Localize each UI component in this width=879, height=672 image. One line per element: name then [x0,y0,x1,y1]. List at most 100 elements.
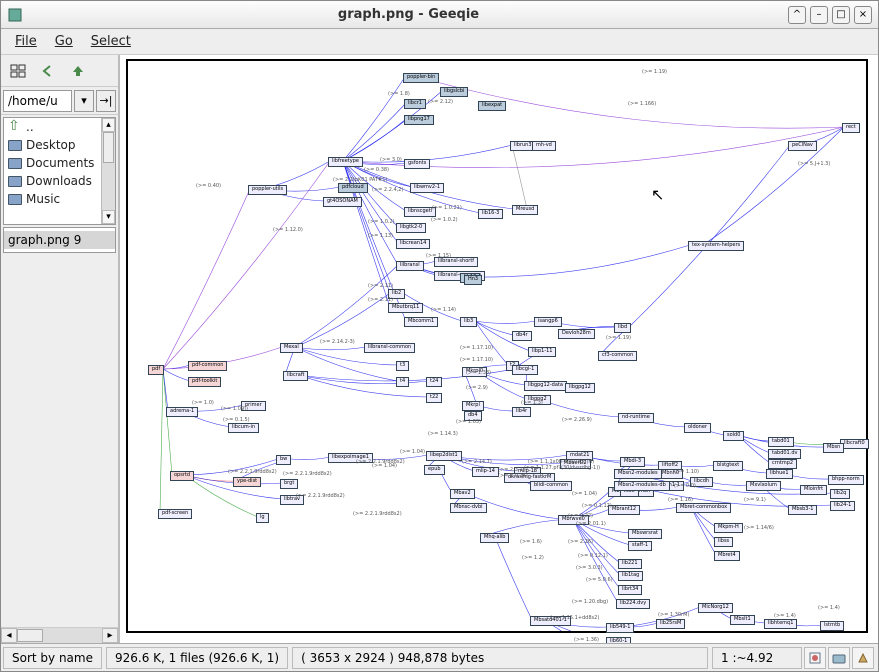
graph-node: Mbswrsrat [628,529,662,539]
graph-node: ype-dist [233,477,261,487]
file-name: graph.png [8,233,70,247]
hscroll-right[interactable]: ▸ [102,628,118,643]
graph-node: oldoner [684,423,711,433]
graph-node: libhtemq1 [764,619,797,629]
menu-select[interactable]: Select [83,31,139,52]
maximize-button[interactable]: □ [832,6,850,24]
graph-node: pdf [148,365,164,375]
edge-label: (>= 2.11) [368,283,393,289]
edge-label: (>= 2.2.1.9rdd8s2) [283,471,332,477]
hscroll-track[interactable] [17,628,102,643]
close-button[interactable]: × [854,6,872,24]
graph-node: Mbutbrq11 [388,303,423,313]
graph-node: pdf-common [188,361,227,371]
up-button[interactable] [65,58,91,84]
rollup-button[interactable]: ^ [788,6,806,24]
path-input[interactable] [3,90,72,112]
graph-node: cf3-common [598,351,637,361]
sidebar: ▾ →| ⇧.. Desktop Documents Downloads Mus… [1,55,119,643]
folder-item[interactable]: Desktop [4,136,115,154]
scroll-up-arrow[interactable]: ▴ [102,118,115,132]
scroll-down-arrow[interactable]: ▾ [102,210,115,224]
edge-label: (>= 2.11) [368,297,393,303]
status-tool-1[interactable] [804,647,826,669]
graph-node: libcum-in [228,423,259,433]
graph-node: libhue1 [766,469,793,479]
path-row: ▾ →| [1,87,118,115]
graph-node: Mbret-commonbox [676,503,731,513]
graph-node: mlip-14 [472,467,499,477]
back-button[interactable] [35,58,61,84]
graph-node: pdfcloud [338,183,368,193]
thumbs-toggle-button[interactable] [5,58,31,84]
mouse-cursor: ↖ [651,185,664,204]
status-tool-2[interactable] [828,647,850,669]
path-dropdown-button[interactable]: ▾ [74,90,94,112]
graph-node: Devloh28m [558,329,595,339]
edge-label: (>= 1.6) [520,539,542,545]
graph-node: staff-1 [628,541,652,551]
edge-label: (>= 1.3) [521,400,543,406]
graph-node: crntmp2 [768,459,797,469]
folder-up[interactable]: ⇧.. [4,118,115,136]
file-index: 9 [74,233,82,247]
folder-item[interactable]: Music [4,190,115,208]
graph-node: mh-vd [532,141,556,151]
graph-node: MicNorg12 [698,603,733,613]
graph-node: Mbav2 [450,489,475,499]
menu-go[interactable]: Go [47,31,81,52]
graph-node: Mbnsc-dvbi [450,503,487,513]
file-list[interactable]: graph.png 9 [3,227,116,253]
edge-label: (>= 1.36) [574,637,599,643]
status-tool-3[interactable] [852,647,874,669]
graph-node: lilbransl [396,261,424,271]
edge-label: (>= 1.19) [642,69,667,75]
status-sort[interactable]: Sort by name [3,647,102,669]
graph-node: bw [276,455,291,465]
edge-label: (>= 1.0.2) [368,219,395,225]
folder-icon [8,194,22,205]
window-title: graph.png - Geeqie [29,7,788,22]
graph-node: poppler-bin [403,73,439,83]
scroll-track[interactable] [102,132,115,210]
graph-node: libgpg12-data [524,381,567,391]
folder-list[interactable]: ⇧.. Desktop Documents Downloads Music ▴ … [3,117,116,225]
sidebar-hscroll[interactable]: ◂ ▸ [1,627,118,643]
hscroll-left[interactable]: ◂ [1,628,17,643]
graph-node: lib60-1 [606,637,631,643]
graph-node: lib3 [460,317,477,327]
graph-node: Mkrpl [462,401,484,411]
path-go-button[interactable]: →| [96,90,116,112]
folder-label: Desktop [26,138,76,152]
status-zoom[interactable]: 1 :~4.92 [712,647,802,669]
graph-node: gt4OSONAM [323,197,362,207]
image-viewport[interactable]: pdfpdf-commonpdf-toolkitpoppler-binlibgs… [119,55,878,643]
edge-label: (>= 2.2.4,2) [372,187,403,193]
edge-label: (>= 1.17.10) [460,357,493,363]
minimize-button[interactable]: – [810,6,828,24]
folder-label: Music [26,192,60,206]
scroll-thumb[interactable] [103,132,114,163]
graph-node: isangp6 [534,317,562,327]
graph-node: poppler-utils [248,185,287,195]
edge-label: (>= 1.38) [466,370,491,376]
edge-label: (>= 1.1.27.pf?(30/dvsrdbg-1)) [524,465,600,471]
edge-label: (>= 1.0) [192,400,214,406]
graph-node: Mkpm-H [714,523,743,533]
folder-scrollbar[interactable]: ▴ ▾ [101,118,115,224]
folder-item[interactable]: Documents [4,154,115,172]
graph-node: epub [424,465,445,475]
hscroll-thumb[interactable] [17,629,43,642]
file-row[interactable]: graph.png 9 [4,231,115,249]
menu-file[interactable]: File [7,31,45,52]
graph-node: libp1-11 [528,347,556,357]
edge-label: (>= 1.04) [400,449,425,455]
folder-item[interactable]: Downloads [4,172,115,190]
graph-node: lib4r [512,407,531,417]
graph-node: rect [842,123,860,133]
graph-node: Mbsn2-modules-db [614,481,670,491]
menubar: File Go Select [1,29,878,55]
edge-label: (>= 1.12.0) [273,227,303,233]
graph-node: lib16-3 [478,209,503,219]
edge-label: (>= 1.20.dbg) [572,599,608,605]
